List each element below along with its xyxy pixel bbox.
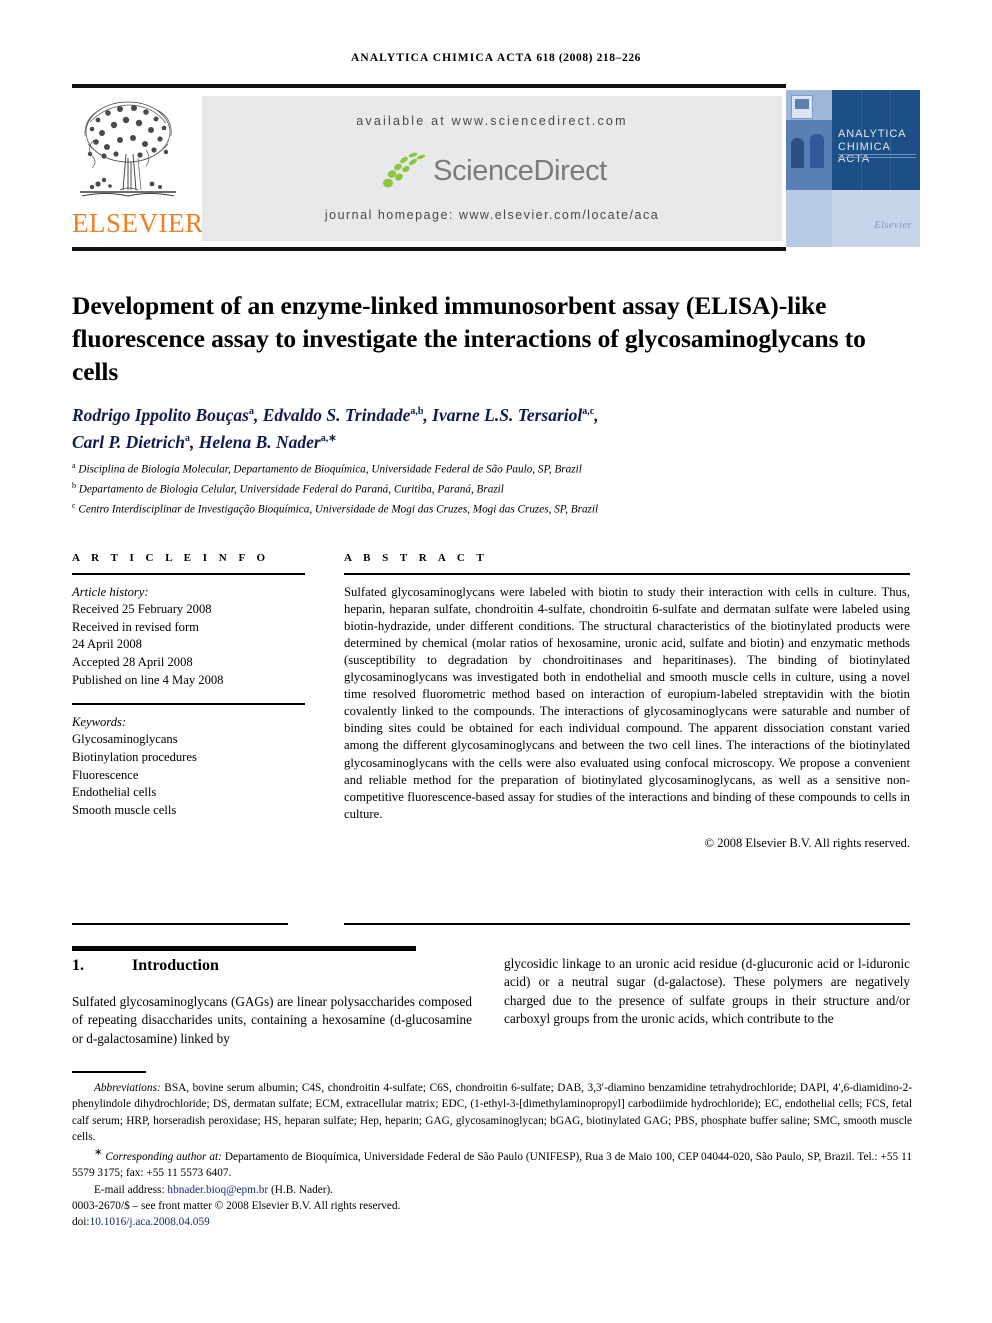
- affiliation-mark: c: [72, 501, 76, 511]
- doi-label: doi:: [72, 1216, 90, 1229]
- article-history: Article history: Received 25 February 20…: [72, 584, 305, 690]
- section-rule-thick: [72, 946, 416, 951]
- corresponding-author-marker: ∗: [94, 1147, 103, 1159]
- affiliation-text: Centro Interdisciplinar de Investigação …: [78, 504, 599, 517]
- body-divider-right: [344, 923, 910, 925]
- cover-figure-1: [791, 138, 804, 168]
- abbreviations-footnote: Abbreviations: BSA, bovine serum albumin…: [72, 1080, 912, 1145]
- affiliation-list: a Disciplina de Biologia Molecular, Depa…: [72, 458, 922, 519]
- journal-homepage-link[interactable]: journal homepage: www.elsevier.com/locat…: [202, 208, 782, 222]
- body-divider-left: [72, 923, 288, 925]
- email-label: E-mail address:: [94, 1183, 165, 1196]
- keyword-item: Biotinylation procedures: [72, 749, 197, 764]
- cover-lower-band-left: [786, 190, 832, 247]
- article-history-item: 24 April 2008: [72, 637, 142, 652]
- cover-subtitle-lines: [838, 154, 916, 162]
- email-owner: (H.B. Nader).: [271, 1183, 334, 1196]
- affiliation-item: c Centro Interdisciplinar de Investigaçã…: [72, 498, 922, 518]
- introduction-paragraph-right: glycosidic linkage to an uronic acid res…: [504, 956, 910, 1027]
- article-info-panel: A R T I C L E I N F O Article history: R…: [72, 552, 305, 819]
- sciencedirect-logo[interactable]: ScienceDirect: [202, 148, 782, 194]
- article-info-divider: [72, 573, 305, 575]
- section-number: 1.: [72, 957, 84, 974]
- article-info-heading: A R T I C L E I N F O: [72, 552, 270, 564]
- author-line-1: Rodrigo Ippolito Bouçasa, Edvaldo S. Tri…: [72, 404, 599, 425]
- keyword-item: Fluorescence: [72, 767, 139, 782]
- elsevier-tree-icon: [76, 92, 180, 208]
- email-link[interactable]: hbnader.bioq@epm.br: [167, 1184, 268, 1196]
- article-first-page: ANALYTICA CHIMICA ACTA 618 (2008) 218–22…: [0, 0, 992, 1323]
- section-heading-introduction: 1. Introduction: [72, 955, 472, 977]
- cover-lower-band-right: [832, 190, 920, 247]
- email-footnote: E-mail address: hbnader.bioq@epm.br (H.B…: [72, 1182, 912, 1198]
- running-head-volume: 618 (2008) 218–226: [536, 52, 642, 64]
- masthead-rule-bottom: [72, 247, 786, 251]
- sciencedirect-swoosh-icon: [383, 152, 426, 188]
- body-column-left: 1. Introduction Sulfated glycosaminoglyca…: [72, 955, 472, 1048]
- article-history-label: Article history:: [72, 584, 149, 599]
- affiliation-text: Departamento de Biologia Celular, Univer…: [78, 483, 504, 496]
- corresponding-author-label: Corresponding author at:: [105, 1150, 222, 1163]
- page-title: Development of an enzyme-linked immunoso…: [72, 291, 866, 387]
- abstract-copyright: © 2008 Elsevier B.V. All rights reserved…: [704, 835, 910, 850]
- section-title: Introduction: [132, 957, 219, 974]
- masthead: ELSEVIER available at www.sciencedirect.…: [72, 90, 920, 247]
- keyword-item: Smooth muscle cells: [72, 802, 177, 817]
- cover-title-line-1: ANALYTICA: [838, 128, 907, 140]
- abstract-divider: [344, 573, 910, 575]
- article-history-item: Published on line 4 May 2008: [72, 672, 224, 687]
- journal-cover-thumbnail: ANALYTICA CHIMICA ACTA Elsevier: [786, 90, 920, 247]
- affiliation-item: b Departamento de Biologia Celular, Univ…: [72, 478, 922, 498]
- cover-publisher-mark: Elsevier: [874, 220, 912, 231]
- cover-elsevier-badge-icon: [791, 95, 813, 119]
- abstract-text: Sulfated glycosaminoglycans were labeled…: [344, 584, 910, 821]
- keywords-divider: [72, 703, 305, 705]
- footnote-block: Abbreviations: BSA, bovine serum albumin…: [72, 1080, 912, 1230]
- corresponding-author-footnote: ∗ Corresponding author at: Departamento …: [72, 1145, 912, 1181]
- running-head-journal: ANALYTICA CHIMICA ACTA: [350, 52, 533, 64]
- abstract-heading: A B S T R A C T: [344, 552, 489, 564]
- abbreviations-label: Abbreviations:: [94, 1082, 161, 1094]
- running-head: ANALYTICA CHIMICA ACTA 618 (2008) 218–22…: [0, 52, 992, 64]
- sciencedirect-wordmark: ScienceDirect: [433, 154, 607, 187]
- available-at-text: available at www.sciencedirect.com: [356, 114, 628, 128]
- cover-figure-2: [810, 134, 824, 168]
- doi-link[interactable]: 10.1016/j.aca.2008.04.059: [90, 1216, 210, 1228]
- article-history-item: Received 25 February 2008: [72, 602, 212, 617]
- body-column-right: glycosidic linkage to an uronic acid res…: [504, 955, 910, 1029]
- author-line-2: Carl P. Dietricha, Helena B. Nadera,∗: [72, 431, 337, 452]
- issn-footnote: 0003-2670/$ – see front matter © 2008 El…: [72, 1199, 401, 1212]
- keyword-item: Glycosaminoglycans: [72, 732, 178, 747]
- affiliation-mark: b: [72, 481, 76, 491]
- sciencedirect-banner: available at www.sciencedirect.com Scien…: [202, 96, 782, 241]
- keywords-block: Keywords: Glycosaminoglycans Biotinylati…: [72, 714, 305, 820]
- article-history-item: Received in revised form: [72, 619, 199, 634]
- elsevier-wordmark: ELSEVIER: [72, 208, 204, 238]
- abstract-panel: A B S T R A C T Sulfated glycosaminoglyc…: [344, 552, 910, 851]
- author-list: Rodrigo Ippolito Bouçasa, Edvaldo S. Tri…: [72, 400, 892, 454]
- footnote-rule: [72, 1071, 146, 1073]
- affiliation-mark: a: [72, 461, 76, 470]
- affiliation-item: a Disciplina de Biologia Molecular, Depa…: [72, 458, 922, 478]
- elsevier-logo: ELSEVIER: [72, 92, 204, 244]
- abbreviations-text: BSA, bovine serum albumin; C4S, chondroi…: [72, 1082, 912, 1143]
- keywords-label: Keywords:: [72, 714, 127, 729]
- article-history-item: Accepted 28 April 2008: [72, 654, 193, 669]
- keyword-item: Endothelial cells: [72, 785, 157, 800]
- doi-footnote: doi:10.1016/j.aca.2008.04.059: [72, 1214, 912, 1230]
- introduction-paragraph-left: Sulfated glycosaminoglycans (GAGs) are l…: [72, 994, 472, 1046]
- masthead-rule-top: [72, 84, 786, 88]
- affiliation-text: Disciplina de Biologia Molecular, Depart…: [78, 463, 582, 476]
